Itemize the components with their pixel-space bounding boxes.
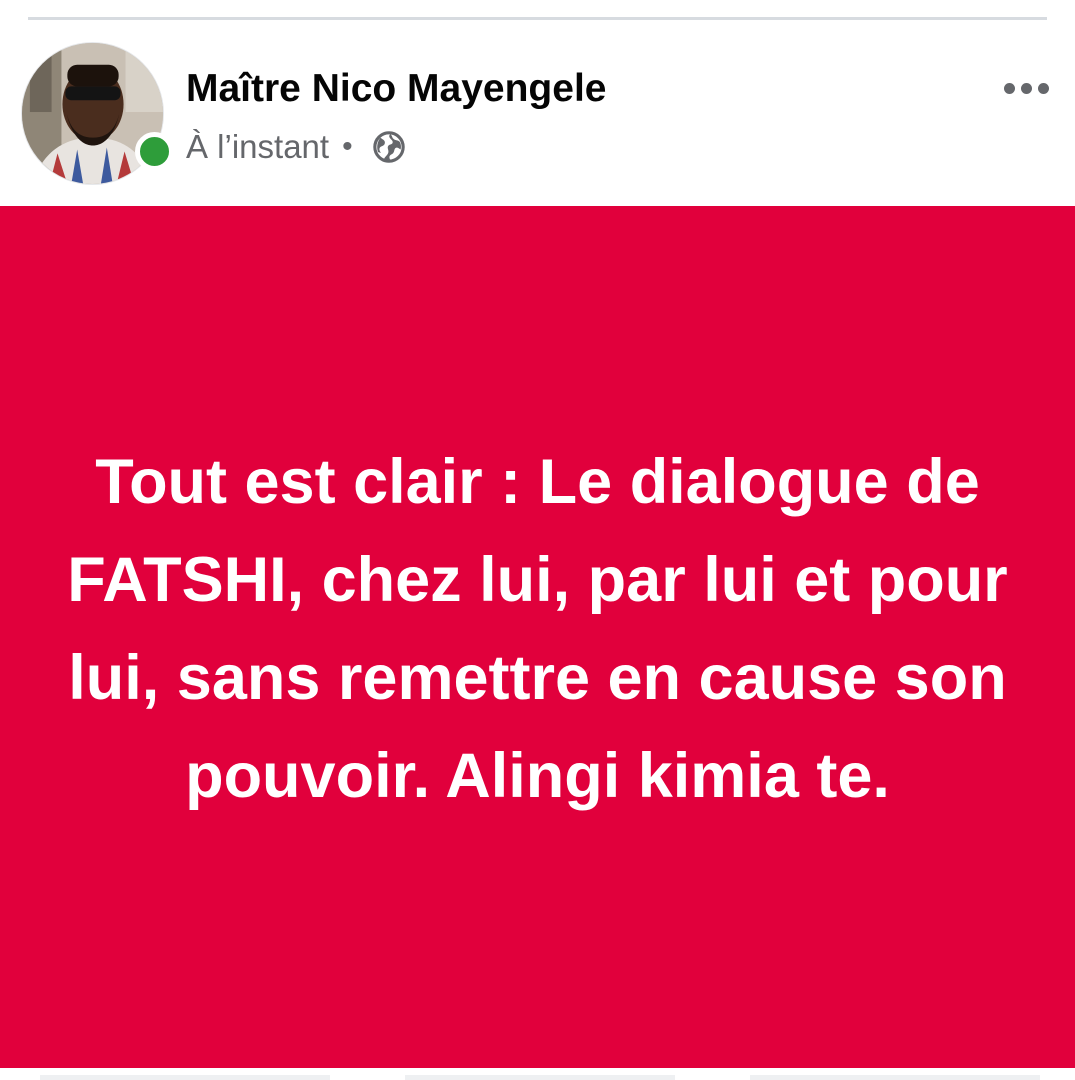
post-meta: À l’instant • bbox=[186, 125, 406, 169]
footer-divider bbox=[405, 1075, 675, 1080]
post-text: Tout est clair : Le dialogue de FATSHI, … bbox=[67, 447, 1008, 811]
online-status-dot bbox=[135, 132, 174, 171]
footer-divider bbox=[40, 1075, 330, 1080]
footer-divider bbox=[750, 1075, 1040, 1080]
post-timestamp[interactable]: À l’instant bbox=[186, 128, 329, 166]
more-options-icon bbox=[1003, 82, 1015, 94]
post-footer-edge bbox=[0, 1068, 1075, 1080]
more-options-icon bbox=[1020, 82, 1032, 94]
post-content[interactable]: Tout est clair : Le dialogue de FATSHI, … bbox=[0, 206, 1075, 1068]
meta-separator: • bbox=[342, 130, 353, 163]
more-options-button[interactable] bbox=[995, 70, 1057, 106]
globe-icon[interactable] bbox=[372, 130, 406, 164]
author-name[interactable]: Maître Nico Mayengele bbox=[186, 66, 606, 113]
post-header: Maître Nico Mayengele À l’instant • bbox=[0, 20, 1075, 206]
more-options-icon bbox=[1037, 82, 1049, 94]
